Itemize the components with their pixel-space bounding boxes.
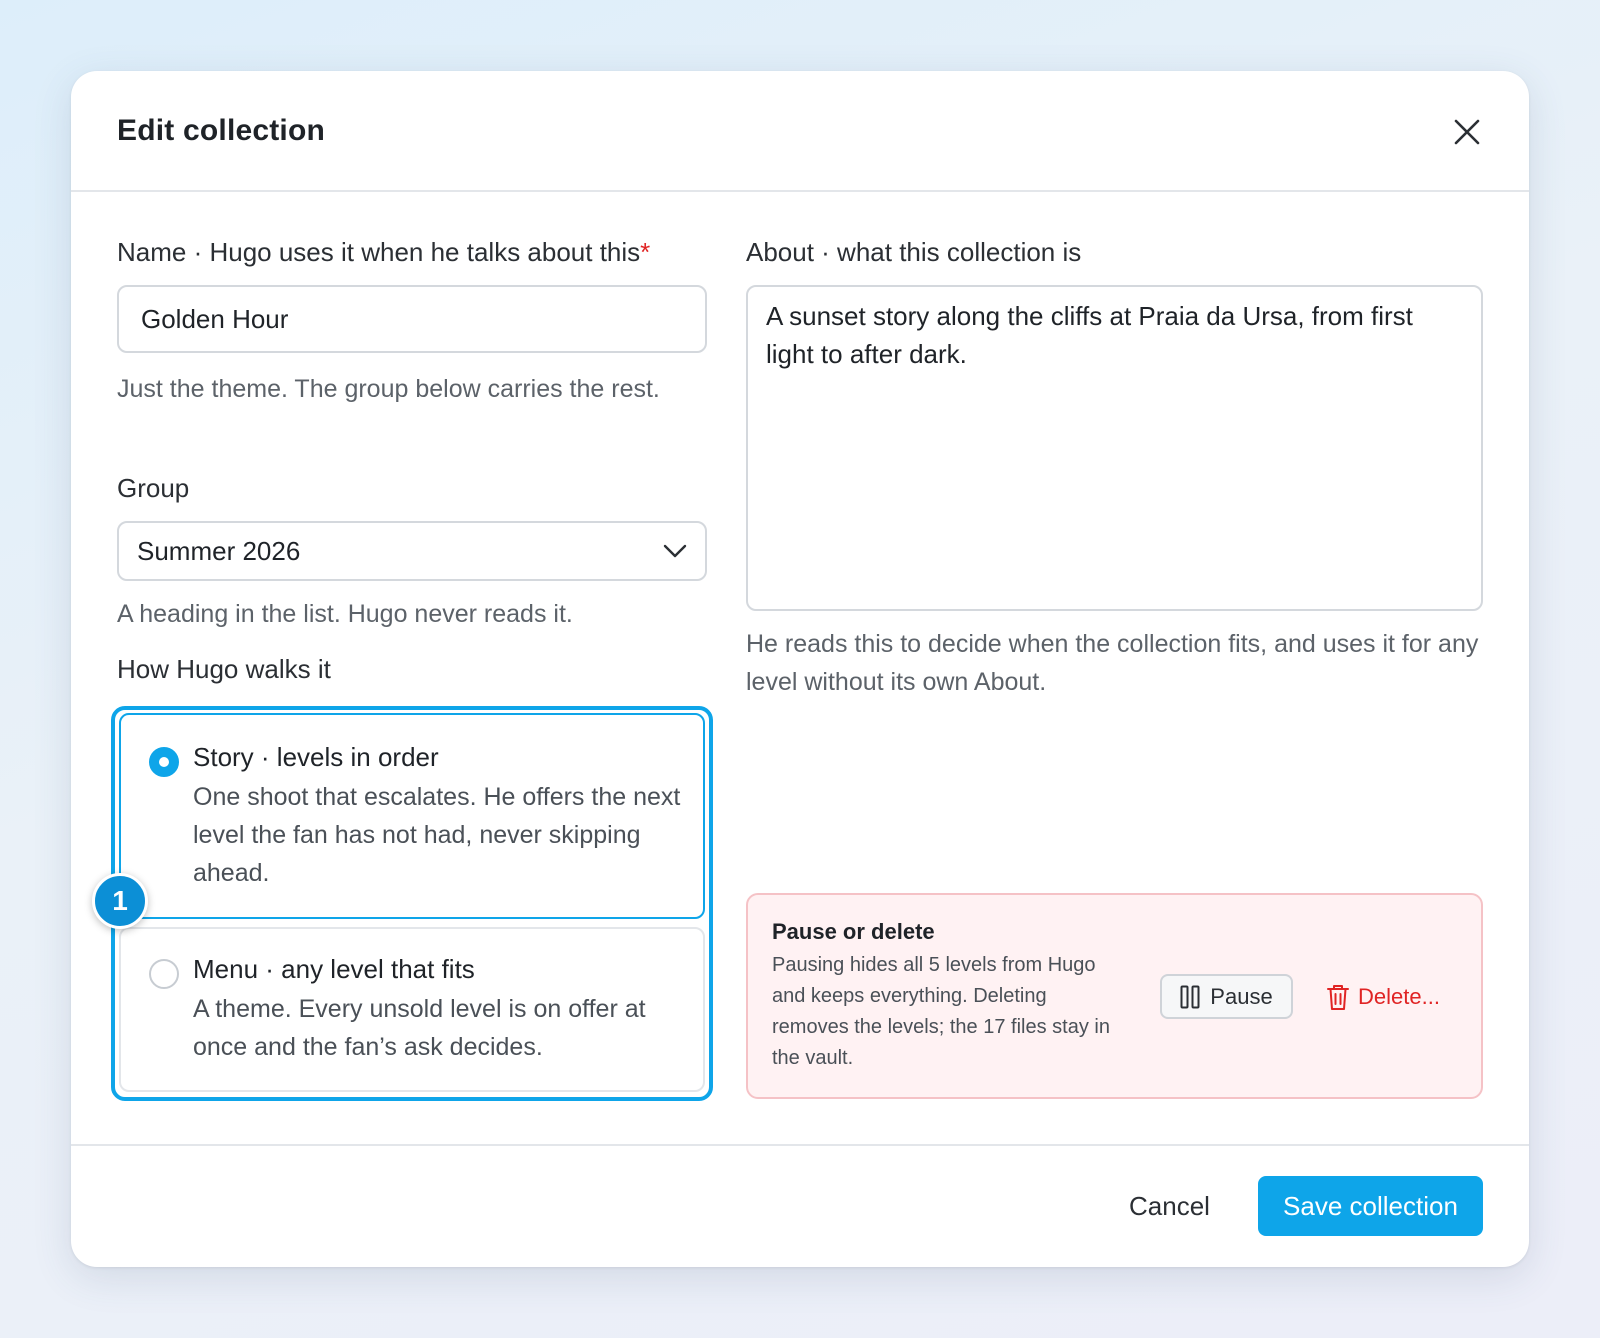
- pause-button[interactable]: Pause: [1160, 974, 1293, 1019]
- walk-field-label: How Hugo walks it: [117, 654, 331, 684]
- dialog-footer: Cancel Save collection: [71, 1144, 1529, 1267]
- edit-collection-dialog: Edit collection Name · Hugo uses it when…: [71, 71, 1529, 1267]
- step-badge: 1: [92, 873, 148, 929]
- menu-option-description: A theme. Every unsold level is on offer …: [193, 995, 646, 1061]
- about-textarea[interactable]: A sunset story along the cliffs at Praia…: [746, 285, 1483, 611]
- name-help-text: Just the theme. The group below carries …: [117, 375, 660, 403]
- name-label-text: Name · Hugo uses it when he talks about …: [117, 237, 641, 267]
- menu-option-title: Menu · any level that fits: [193, 954, 475, 984]
- about-field-label: About · what this collection is: [746, 237, 1082, 267]
- required-mark: *: [640, 237, 651, 267]
- danger-panel-title: Pause or delete: [772, 919, 935, 944]
- story-option-description: One shoot that escalates. He offers the …: [193, 783, 681, 887]
- delete-button-label: Delete...: [1358, 983, 1440, 1009]
- pause-or-delete-panel: Pause or delete Pausing hides all 5 leve…: [746, 893, 1483, 1099]
- story-option-title: Story · levels in order: [193, 742, 439, 772]
- delete-button[interactable]: Delete...: [1326, 974, 1440, 1019]
- group-select[interactable]: Summer 2026: [117, 521, 707, 581]
- story-radio[interactable]: [149, 747, 179, 777]
- pause-icon: [1180, 985, 1200, 1008]
- name-input[interactable]: [117, 285, 707, 353]
- walk-option-story[interactable]: Story · levels in order One shoot that e…: [119, 713, 705, 919]
- menu-radio[interactable]: [149, 959, 179, 989]
- close-button[interactable]: [1449, 114, 1485, 150]
- danger-panel-text: Pausing hides all 5 levels from Hugo and…: [772, 954, 1110, 1069]
- dialog-title: Edit collection: [117, 114, 326, 147]
- group-field-label: Group: [117, 473, 190, 503]
- group-help-text: A heading in the list. Hugo never reads …: [117, 600, 573, 628]
- close-icon: [1454, 119, 1480, 145]
- chevron-down-icon: [663, 544, 687, 558]
- pause-button-label: Pause: [1210, 983, 1273, 1009]
- walk-option-menu[interactable]: Menu · any level that fits A theme. Ever…: [119, 927, 705, 1092]
- dialog-header: Edit collection: [71, 71, 1529, 192]
- walk-radio-group: Story · levels in order One shoot that e…: [111, 706, 713, 1101]
- about-help-text: He reads this to decide when the collect…: [746, 630, 1479, 696]
- group-selected-value: Summer 2026: [137, 535, 301, 566]
- save-collection-button[interactable]: Save collection: [1258, 1176, 1483, 1236]
- trash-icon: [1327, 984, 1349, 1010]
- cancel-button[interactable]: Cancel: [1115, 1176, 1224, 1236]
- name-field-label: Name · Hugo uses it when he talks about …: [117, 237, 650, 268]
